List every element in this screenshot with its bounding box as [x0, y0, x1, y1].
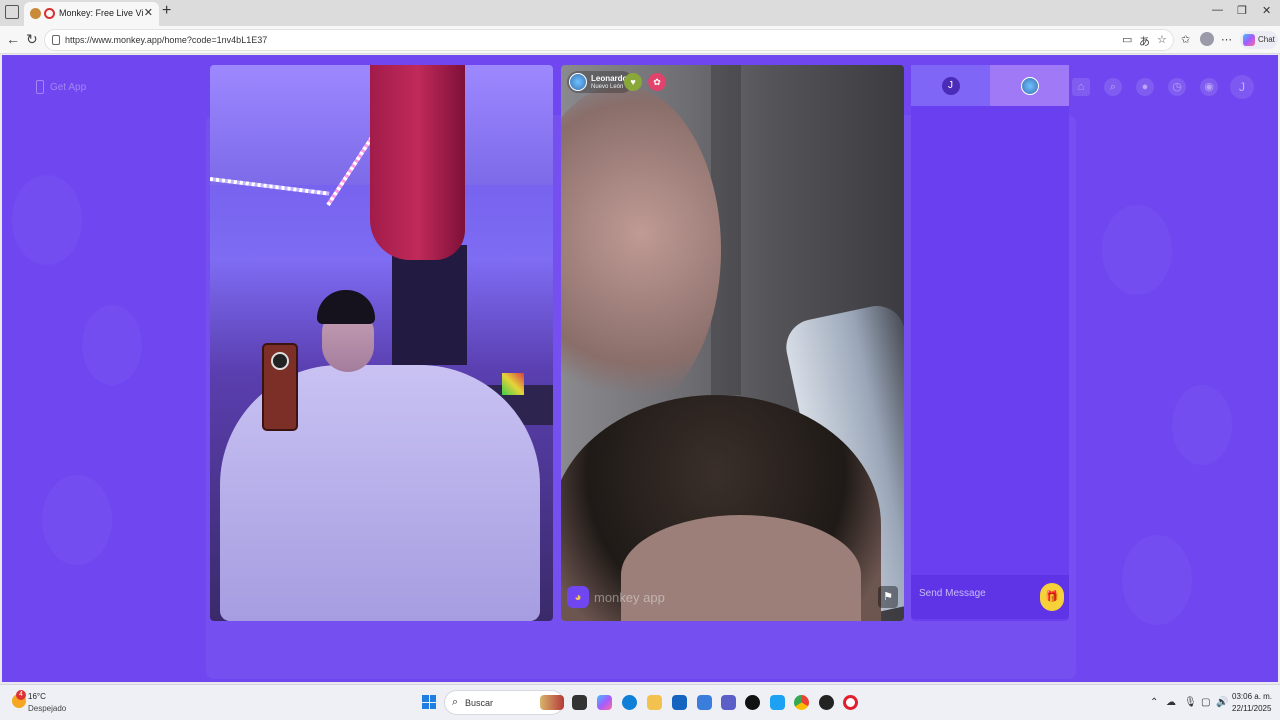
minimize-icon[interactable]: — [1212, 4, 1223, 16]
monkey-watermark: ◕ monkey app [567, 586, 665, 608]
url-text: https://www.monkey.app/home?code=1nv4bL1… [65, 35, 268, 45]
favorites-icon[interactable]: ✩ [1181, 33, 1190, 46]
peer-avatar [569, 73, 587, 91]
video-scene-rubiks-cube [502, 373, 524, 395]
refresh-icon[interactable]: ↻ [26, 31, 38, 48]
tab-peer[interactable] [990, 65, 1069, 106]
history-icon[interactable]: ◷ [1168, 78, 1186, 96]
system-clock[interactable]: 03:06 a. m. 22/11/2025 [1232, 691, 1273, 715]
tab-me[interactable]: J [911, 65, 990, 106]
tiktok-icon[interactable] [745, 695, 760, 710]
coin-icon[interactable]: ● [1136, 78, 1154, 96]
clock-time: 03:06 a. m. [1232, 692, 1273, 701]
copilot-label: Chat [1258, 35, 1275, 44]
message-input[interactable]: Send Message 🎁 [911, 575, 1069, 619]
peer-username: Leonardo [591, 73, 628, 83]
task-view-icon[interactable] [572, 695, 587, 710]
app-icon[interactable] [770, 695, 785, 710]
favorite-star-icon[interactable]: ☆ [1157, 33, 1167, 46]
report-flag-icon[interactable]: ⚑ [878, 586, 898, 608]
get-app-link[interactable]: Get App [36, 80, 86, 94]
me-avatar: J [941, 76, 960, 95]
search-icon: ⌕ [452, 696, 459, 708]
reader-mode-icon[interactable]: ▭ [1122, 33, 1132, 46]
self-video [210, 65, 553, 621]
restore-icon[interactable]: ❐ [1237, 4, 1247, 17]
microphone-icon[interactable]: 🎙 [1184, 697, 1197, 708]
peer-video: Leonardo Nuevo León ♥ ✿ ◕ monkey app ⚑ [561, 65, 904, 621]
get-app-label: Get App [50, 81, 87, 93]
copilot-icon [1243, 34, 1255, 46]
browser-tab-bar: Monkey: Free Live Video Ch... ✕ + — ❐ ✕ [0, 0, 1280, 26]
url-field[interactable]: https://www.monkey.app/home?code=1nv4bL1… [44, 29, 1174, 51]
widget-app-icon[interactable] [540, 695, 564, 710]
peer-chat-avatar [1020, 76, 1039, 95]
background-decoration [42, 475, 112, 565]
weather-badge: 4 [16, 690, 26, 700]
peer-location: Nuevo León [591, 83, 624, 90]
clock-date: 22/11/2025 [1232, 704, 1272, 713]
weather-temp: 16°C [28, 692, 46, 701]
background-decoration [82, 305, 142, 385]
opera-icon[interactable] [843, 695, 858, 710]
weather-desc: Despejado [28, 704, 67, 713]
watermark-text: monkey app [594, 589, 665, 605]
store-icon[interactable] [672, 695, 687, 710]
tab-close-icon[interactable]: ✕ [144, 6, 153, 19]
outlook-icon[interactable] [697, 695, 712, 710]
gift-icon[interactable]: 🎁 [1040, 583, 1064, 611]
background-decoration [12, 175, 82, 265]
copilot-chat-button[interactable]: Chat [1240, 31, 1278, 49]
tab-title: Monkey: Free Live Video Ch... [59, 8, 143, 18]
monkey-logo-icon: ◕ [567, 586, 589, 608]
address-bar-row: ← ↻ https://www.monkey.app/home?code=1nv… [0, 26, 1280, 54]
background-decoration [1172, 385, 1232, 465]
teams-icon[interactable] [721, 695, 736, 710]
phone-icon [36, 80, 44, 94]
taskbar: 4 16°C Despejado ⌕ Buscar ⌃ ☁ 🎙 ▢ 🔊 03:0… [0, 684, 1280, 720]
chat-panel: J Send Message 🎁 [911, 65, 1069, 621]
message-placeholder: Send Message [919, 588, 986, 599]
browser-tab[interactable]: Monkey: Free Live Video Ch... ✕ [24, 2, 159, 26]
background-decoration [1122, 535, 1192, 625]
video-scene-phone [262, 343, 298, 431]
heart-badge-icon[interactable]: ♥ [624, 73, 642, 91]
volume-icon[interactable]: 🔊 [1216, 697, 1228, 708]
gift-badge-icon[interactable]: ✿ [648, 73, 666, 91]
tray-chevron-icon[interactable]: ⌃ [1150, 697, 1158, 708]
tab-actions-icon[interactable] [5, 5, 19, 19]
copilot-app-icon[interactable] [597, 695, 612, 710]
video-scene-curtain [370, 65, 465, 260]
translate-icon[interactable]: あ [1139, 33, 1150, 49]
video-scene-window [392, 245, 467, 365]
back-icon[interactable]: ← [6, 31, 20, 47]
chat-participants: J [911, 65, 1069, 106]
video-scene-hand [561, 85, 721, 415]
user-avatar[interactable]: J [1230, 75, 1254, 99]
file-explorer-icon[interactable] [647, 695, 662, 710]
tab-favicon-icon [30, 8, 41, 19]
edge-icon[interactable] [622, 695, 637, 710]
monkey-favicon-icon [44, 8, 55, 19]
new-tab-icon[interactable]: + [162, 2, 171, 20]
search-label: Buscar [465, 698, 494, 708]
search-icon[interactable]: ⌕ [1104, 78, 1122, 96]
sync-icon[interactable]: ☁ [1166, 697, 1176, 708]
start-icon[interactable] [422, 695, 436, 709]
home-icon[interactable]: ⌂ [1072, 78, 1090, 96]
chrome-icon[interactable] [794, 695, 809, 710]
media-app-icon[interactable] [819, 695, 834, 710]
more-menu-icon[interactable]: ⋯ [1221, 33, 1232, 46]
profile-avatar[interactable] [1200, 32, 1214, 46]
location-icon[interactable]: ◉ [1200, 78, 1218, 96]
lock-icon [52, 35, 60, 45]
window-close-icon[interactable]: ✕ [1262, 4, 1271, 17]
video-scene-person-hair [317, 290, 375, 324]
background-decoration [1102, 205, 1172, 295]
network-icon[interactable]: ▢ [1201, 697, 1210, 708]
